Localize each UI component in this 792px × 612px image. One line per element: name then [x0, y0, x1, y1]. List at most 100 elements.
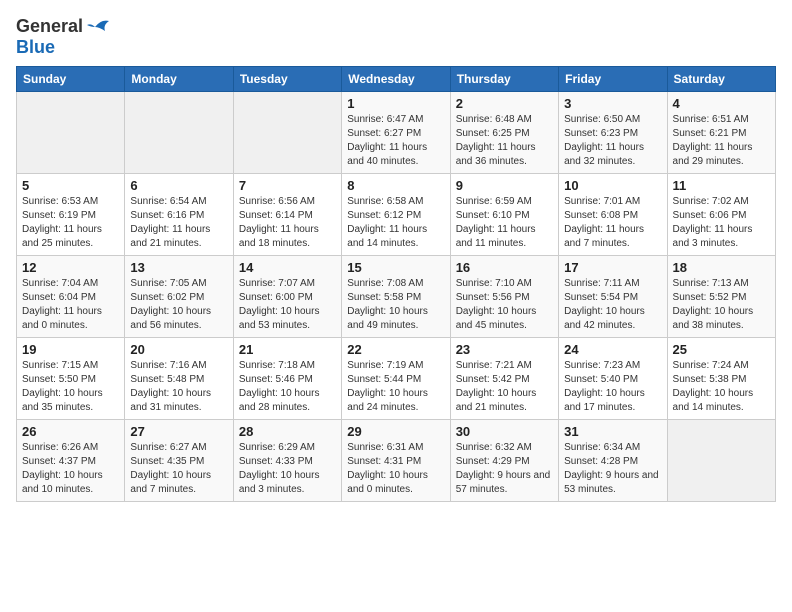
- day-cell: 7 Sunrise: 6:56 AM Sunset: 6:14 PM Daylig…: [233, 174, 341, 256]
- day-number: 20: [130, 342, 227, 357]
- day-cell: 12 Sunrise: 7:04 AM Sunset: 6:04 PM Dayli…: [17, 256, 125, 338]
- day-info: Sunrise: 6:26 AM Sunset: 4:37 PM Dayligh…: [22, 441, 119, 497]
- week-row-3: 12 Sunrise: 7:04 AM Sunset: 6:04 PM Dayli…: [17, 256, 776, 338]
- day-number: 10: [564, 178, 661, 193]
- day-number: 22: [347, 342, 444, 357]
- day-info: Sunrise: 7:01 AM Sunset: 6:08 PM Dayligh…: [564, 195, 661, 251]
- week-row-2: 5 Sunrise: 6:53 AM Sunset: 6:19 PM Daylig…: [17, 174, 776, 256]
- day-info: Sunrise: 6:59 AM Sunset: 6:10 PM Dayligh…: [456, 195, 553, 251]
- day-number: 30: [456, 424, 553, 439]
- calendar-table: SundayMondayTuesdayWednesdayThursdayFrid…: [16, 66, 776, 502]
- day-cell: 30 Sunrise: 6:32 AM Sunset: 4:29 PM Dayli…: [450, 420, 558, 502]
- day-cell: 17 Sunrise: 7:11 AM Sunset: 5:54 PM Dayli…: [559, 256, 667, 338]
- day-number: 24: [564, 342, 661, 357]
- day-cell: 22 Sunrise: 7:19 AM Sunset: 5:44 PM Dayli…: [342, 338, 450, 420]
- logo-blue-text: Blue: [16, 37, 55, 57]
- day-number: 29: [347, 424, 444, 439]
- day-info: Sunrise: 7:07 AM Sunset: 6:00 PM Dayligh…: [239, 277, 336, 333]
- day-cell: 27Sunrise: 6:27 AM Sunset: 4:35 PM Dayli…: [125, 420, 233, 502]
- day-cell: [667, 420, 775, 502]
- day-cell: 11Sunrise: 7:02 AM Sunset: 6:06 PM Dayli…: [667, 174, 775, 256]
- day-cell: 9 Sunrise: 6:59 AM Sunset: 6:10 PM Daylig…: [450, 174, 558, 256]
- day-info: Sunrise: 6:27 AM Sunset: 4:35 PM Dayligh…: [130, 441, 227, 497]
- week-row-1: 1 Sunrise: 6:47 AM Sunset: 6:27 PM Daylig…: [17, 92, 776, 174]
- day-cell: 16Sunrise: 7:10 AM Sunset: 5:56 PM Dayli…: [450, 256, 558, 338]
- day-cell: [125, 92, 233, 174]
- day-number: 23: [456, 342, 553, 357]
- day-info: Sunrise: 7:02 AM Sunset: 6:06 PM Dayligh…: [673, 195, 770, 251]
- day-info: Sunrise: 7:18 AM Sunset: 5:46 PM Dayligh…: [239, 359, 336, 415]
- logo-general-text: General: [16, 16, 83, 37]
- day-cell: 24 Sunrise: 7:23 AM Sunset: 5:40 PM Dayli…: [559, 338, 667, 420]
- day-info: Sunrise: 6:47 AM Sunset: 6:27 PM Dayligh…: [347, 113, 444, 169]
- day-number: 2: [456, 96, 553, 111]
- day-number: 16: [456, 260, 553, 275]
- day-info: Sunrise: 6:50 AM Sunset: 6:23 PM Dayligh…: [564, 113, 661, 169]
- day-info: Sunrise: 7:08 AM Sunset: 5:58 PM Dayligh…: [347, 277, 444, 333]
- day-cell: 19 Sunrise: 7:15 AM Sunset: 5:50 PM Dayli…: [17, 338, 125, 420]
- day-info: Sunrise: 6:58 AM Sunset: 6:12 PM Dayligh…: [347, 195, 444, 251]
- header-monday: Monday: [125, 67, 233, 92]
- day-info: Sunrise: 7:13 AM Sunset: 5:52 PM Dayligh…: [673, 277, 770, 333]
- day-cell: 3 Sunrise: 6:50 AM Sunset: 6:23 PM Daylig…: [559, 92, 667, 174]
- day-info: Sunrise: 6:48 AM Sunset: 6:25 PM Dayligh…: [456, 113, 553, 169]
- day-info: Sunrise: 7:16 AM Sunset: 5:48 PM Dayligh…: [130, 359, 227, 415]
- day-info: Sunrise: 7:04 AM Sunset: 6:04 PM Dayligh…: [22, 277, 119, 333]
- day-info: Sunrise: 6:53 AM Sunset: 6:19 PM Dayligh…: [22, 195, 119, 251]
- day-cell: 2 Sunrise: 6:48 AM Sunset: 6:25 PM Daylig…: [450, 92, 558, 174]
- day-number: 14: [239, 260, 336, 275]
- day-number: 21: [239, 342, 336, 357]
- day-cell: 10 Sunrise: 7:01 AM Sunset: 6:08 PM Dayli…: [559, 174, 667, 256]
- day-number: 26: [22, 424, 119, 439]
- day-number: 5: [22, 178, 119, 193]
- header-friday: Friday: [559, 67, 667, 92]
- day-number: 19: [22, 342, 119, 357]
- day-cell: 23 Sunrise: 7:21 AM Sunset: 5:42 PM Dayli…: [450, 338, 558, 420]
- day-info: Sunrise: 7:11 AM Sunset: 5:54 PM Dayligh…: [564, 277, 661, 333]
- day-number: 17: [564, 260, 661, 275]
- day-info: Sunrise: 6:54 AM Sunset: 6:16 PM Dayligh…: [130, 195, 227, 251]
- logo: General Blue: [16, 16, 109, 58]
- header-wednesday: Wednesday: [342, 67, 450, 92]
- day-cell: 8 Sunrise: 6:58 AM Sunset: 6:12 PM Daylig…: [342, 174, 450, 256]
- day-cell: 1 Sunrise: 6:47 AM Sunset: 6:27 PM Daylig…: [342, 92, 450, 174]
- day-cell: 6 Sunrise: 6:54 AM Sunset: 6:16 PM Daylig…: [125, 174, 233, 256]
- day-number: 8: [347, 178, 444, 193]
- day-info: Sunrise: 7:24 AM Sunset: 5:38 PM Dayligh…: [673, 359, 770, 415]
- day-info: Sunrise: 7:05 AM Sunset: 6:02 PM Dayligh…: [130, 277, 227, 333]
- day-number: 7: [239, 178, 336, 193]
- day-cell: 15Sunrise: 7:08 AM Sunset: 5:58 PM Dayli…: [342, 256, 450, 338]
- day-info: Sunrise: 7:21 AM Sunset: 5:42 PM Dayligh…: [456, 359, 553, 415]
- page-header: General Blue: [16, 16, 776, 58]
- day-number: 31: [564, 424, 661, 439]
- day-info: Sunrise: 6:32 AM Sunset: 4:29 PM Dayligh…: [456, 441, 553, 497]
- day-cell: 26 Sunrise: 6:26 AM Sunset: 4:37 PM Dayli…: [17, 420, 125, 502]
- day-info: Sunrise: 6:29 AM Sunset: 4:33 PM Dayligh…: [239, 441, 336, 497]
- day-number: 13: [130, 260, 227, 275]
- day-info: Sunrise: 6:56 AM Sunset: 6:14 PM Dayligh…: [239, 195, 336, 251]
- day-number: 1: [347, 96, 444, 111]
- day-number: 3: [564, 96, 661, 111]
- day-cell: 29 Sunrise: 6:31 AM Sunset: 4:31 PM Dayli…: [342, 420, 450, 502]
- day-info: Sunrise: 7:15 AM Sunset: 5:50 PM Dayligh…: [22, 359, 119, 415]
- day-number: 4: [673, 96, 770, 111]
- day-number: 25: [673, 342, 770, 357]
- day-info: Sunrise: 7:23 AM Sunset: 5:40 PM Dayligh…: [564, 359, 661, 415]
- header-sunday: Sunday: [17, 67, 125, 92]
- day-info: Sunrise: 7:19 AM Sunset: 5:44 PM Dayligh…: [347, 359, 444, 415]
- day-cell: 21 Sunrise: 7:18 AM Sunset: 5:46 PM Dayli…: [233, 338, 341, 420]
- day-number: 18: [673, 260, 770, 275]
- day-cell: 5 Sunrise: 6:53 AM Sunset: 6:19 PM Daylig…: [17, 174, 125, 256]
- day-cell: 20 Sunrise: 7:16 AM Sunset: 5:48 PM Dayli…: [125, 338, 233, 420]
- week-row-5: 26 Sunrise: 6:26 AM Sunset: 4:37 PM Dayli…: [17, 420, 776, 502]
- header-tuesday: Tuesday: [233, 67, 341, 92]
- day-info: Sunrise: 6:31 AM Sunset: 4:31 PM Dayligh…: [347, 441, 444, 497]
- day-cell: 4Sunrise: 6:51 AM Sunset: 6:21 PM Daylig…: [667, 92, 775, 174]
- day-number: 9: [456, 178, 553, 193]
- day-cell: [17, 92, 125, 174]
- header-thursday: Thursday: [450, 67, 558, 92]
- day-cell: 28Sunrise: 6:29 AM Sunset: 4:33 PM Dayli…: [233, 420, 341, 502]
- day-info: Sunrise: 6:34 AM Sunset: 4:28 PM Dayligh…: [564, 441, 661, 497]
- day-number: 12: [22, 260, 119, 275]
- day-number: 6: [130, 178, 227, 193]
